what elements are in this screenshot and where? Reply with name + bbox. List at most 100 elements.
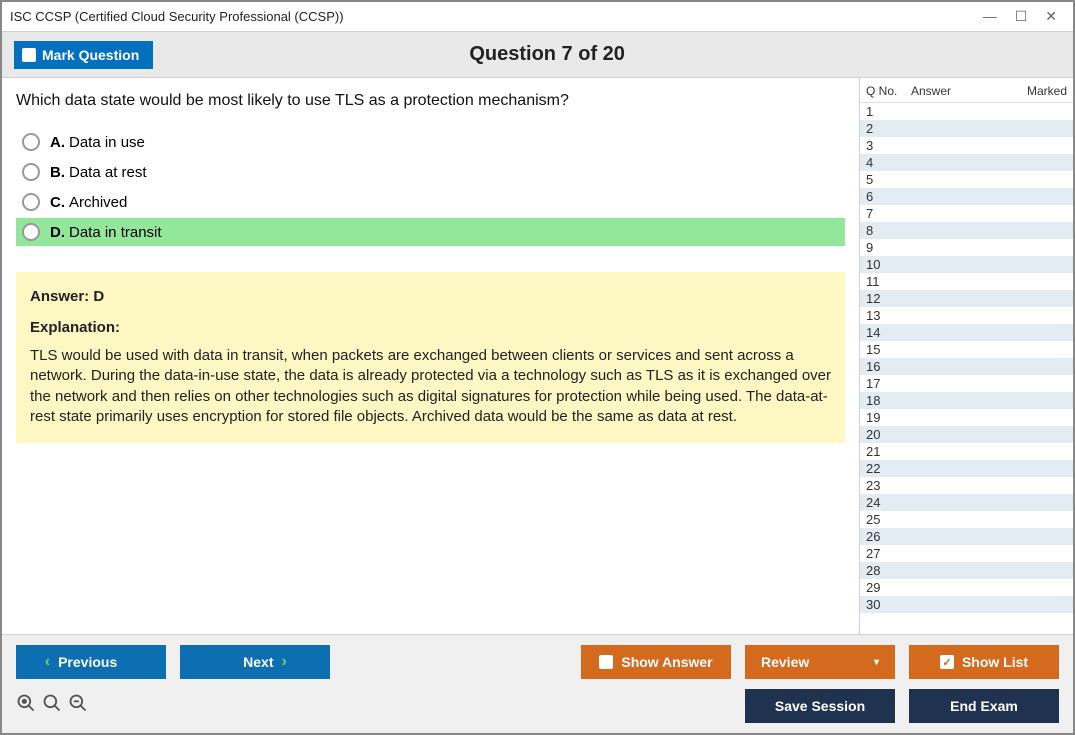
question-row[interactable]: 25 xyxy=(860,511,1073,528)
qno-cell: 2 xyxy=(866,121,911,136)
end-exam-label: End Exam xyxy=(950,698,1018,714)
qno-cell: 15 xyxy=(866,342,911,357)
zoom-in-icon[interactable] xyxy=(42,693,62,719)
show-list-button[interactable]: ✓ Show List xyxy=(909,645,1059,679)
qno-cell: 27 xyxy=(866,546,911,561)
radio-icon xyxy=(22,193,40,211)
qno-cell: 7 xyxy=(866,206,911,221)
question-row[interactable]: 1 xyxy=(860,103,1073,120)
question-row[interactable]: 19 xyxy=(860,409,1073,426)
radio-icon xyxy=(22,163,40,181)
option-letter: A. xyxy=(50,134,65,151)
question-list-sidebar: Q No. Answer Marked 12345678910111213141… xyxy=(859,78,1073,634)
review-button[interactable]: Review ▾ xyxy=(745,645,895,679)
next-button[interactable]: Next › xyxy=(180,645,330,679)
option-b[interactable]: B. Data at rest xyxy=(16,158,845,186)
zoom-out-icon[interactable] xyxy=(68,693,88,719)
qno-cell: 18 xyxy=(866,393,911,408)
question-row[interactable]: 12 xyxy=(860,290,1073,307)
col-marked: Marked xyxy=(1007,84,1067,98)
question-row[interactable]: 7 xyxy=(860,205,1073,222)
mark-question-button[interactable]: Mark Question xyxy=(14,41,153,69)
qno-cell: 16 xyxy=(866,359,911,374)
app-window: ISC CCSP (Certified Cloud Security Profe… xyxy=(0,0,1075,735)
option-text: Data in transit xyxy=(69,224,162,241)
qno-cell: 14 xyxy=(866,325,911,340)
question-row[interactable]: 22 xyxy=(860,460,1073,477)
explanation-text: TLS would be used with data in transit, … xyxy=(30,346,831,427)
question-row[interactable]: 14 xyxy=(860,324,1073,341)
question-row[interactable]: 26 xyxy=(860,528,1073,545)
option-c[interactable]: C. Archived xyxy=(16,188,845,216)
question-list[interactable]: 1234567891011121314151617181920212223242… xyxy=(860,103,1073,634)
question-row[interactable]: 15 xyxy=(860,341,1073,358)
question-row[interactable]: 8 xyxy=(860,222,1073,239)
review-label: Review xyxy=(761,654,809,670)
question-row[interactable]: 11 xyxy=(860,273,1073,290)
next-label: Next xyxy=(243,654,273,670)
qno-cell: 1 xyxy=(866,104,911,119)
qno-cell: 17 xyxy=(866,376,911,391)
previous-label: Previous xyxy=(58,654,117,670)
col-qno: Q No. xyxy=(866,84,911,98)
question-row[interactable]: 18 xyxy=(860,392,1073,409)
qno-cell: 25 xyxy=(866,512,911,527)
question-row[interactable]: 13 xyxy=(860,307,1073,324)
option-text: Data at rest xyxy=(69,164,147,181)
qno-cell: 13 xyxy=(866,308,911,323)
qno-cell: 9 xyxy=(866,240,911,255)
qno-cell: 30 xyxy=(866,597,911,612)
show-answer-label: Show Answer xyxy=(621,654,712,670)
qno-cell: 19 xyxy=(866,410,911,425)
question-row[interactable]: 4 xyxy=(860,154,1073,171)
footer-row-2: Save Session End Exam xyxy=(16,689,1059,723)
qno-cell: 26 xyxy=(866,529,911,544)
previous-button[interactable]: ‹ Previous xyxy=(16,645,166,679)
qno-cell: 29 xyxy=(866,580,911,595)
main-panel: Which data state would be most likely to… xyxy=(2,78,859,634)
question-row[interactable]: 21 xyxy=(860,443,1073,460)
question-row[interactable]: 2 xyxy=(860,120,1073,137)
question-header-bar: Mark Question Question 7 of 20 xyxy=(2,32,1073,78)
radio-icon xyxy=(22,133,40,151)
show-answer-button[interactable]: Show Answer xyxy=(581,645,731,679)
question-text: Which data state would be most likely to… xyxy=(16,92,845,110)
checkbox-icon xyxy=(22,48,36,62)
question-row[interactable]: 27 xyxy=(860,545,1073,562)
question-row[interactable]: 9 xyxy=(860,239,1073,256)
qno-cell: 5 xyxy=(866,172,911,187)
qno-cell: 20 xyxy=(866,427,911,442)
save-session-label: Save Session xyxy=(775,698,865,714)
qno-cell: 12 xyxy=(866,291,911,306)
question-row[interactable]: 16 xyxy=(860,358,1073,375)
mark-question-label: Mark Question xyxy=(42,47,139,63)
checkbox-icon xyxy=(599,655,613,669)
save-session-button[interactable]: Save Session xyxy=(745,689,895,723)
question-row[interactable]: 10 xyxy=(860,256,1073,273)
col-answer: Answer xyxy=(911,84,1007,98)
question-row[interactable]: 17 xyxy=(860,375,1073,392)
end-exam-button[interactable]: End Exam xyxy=(909,689,1059,723)
zoom-controls xyxy=(16,693,88,719)
question-row[interactable]: 24 xyxy=(860,494,1073,511)
question-row[interactable]: 30 xyxy=(860,596,1073,613)
question-row[interactable]: 3 xyxy=(860,137,1073,154)
qno-cell: 8 xyxy=(866,223,911,238)
maximize-icon[interactable]: ☐ xyxy=(1015,8,1028,25)
question-row[interactable]: 20 xyxy=(860,426,1073,443)
zoom-reset-icon[interactable] xyxy=(16,693,36,719)
qno-cell: 4 xyxy=(866,155,911,170)
option-d[interactable]: D. Data in transit xyxy=(16,218,845,246)
option-letter: D. xyxy=(50,224,65,241)
question-row[interactable]: 29 xyxy=(860,579,1073,596)
question-row[interactable]: 5 xyxy=(860,171,1073,188)
question-row[interactable]: 28 xyxy=(860,562,1073,579)
minimize-icon[interactable]: — xyxy=(983,8,997,25)
body: Which data state would be most likely to… xyxy=(2,78,1073,634)
close-icon[interactable]: ✕ xyxy=(1045,8,1057,25)
question-row[interactable]: 23 xyxy=(860,477,1073,494)
option-a[interactable]: A. Data in use xyxy=(16,128,845,156)
check-icon: ✓ xyxy=(940,655,954,669)
qno-cell: 24 xyxy=(866,495,911,510)
question-row[interactable]: 6 xyxy=(860,188,1073,205)
